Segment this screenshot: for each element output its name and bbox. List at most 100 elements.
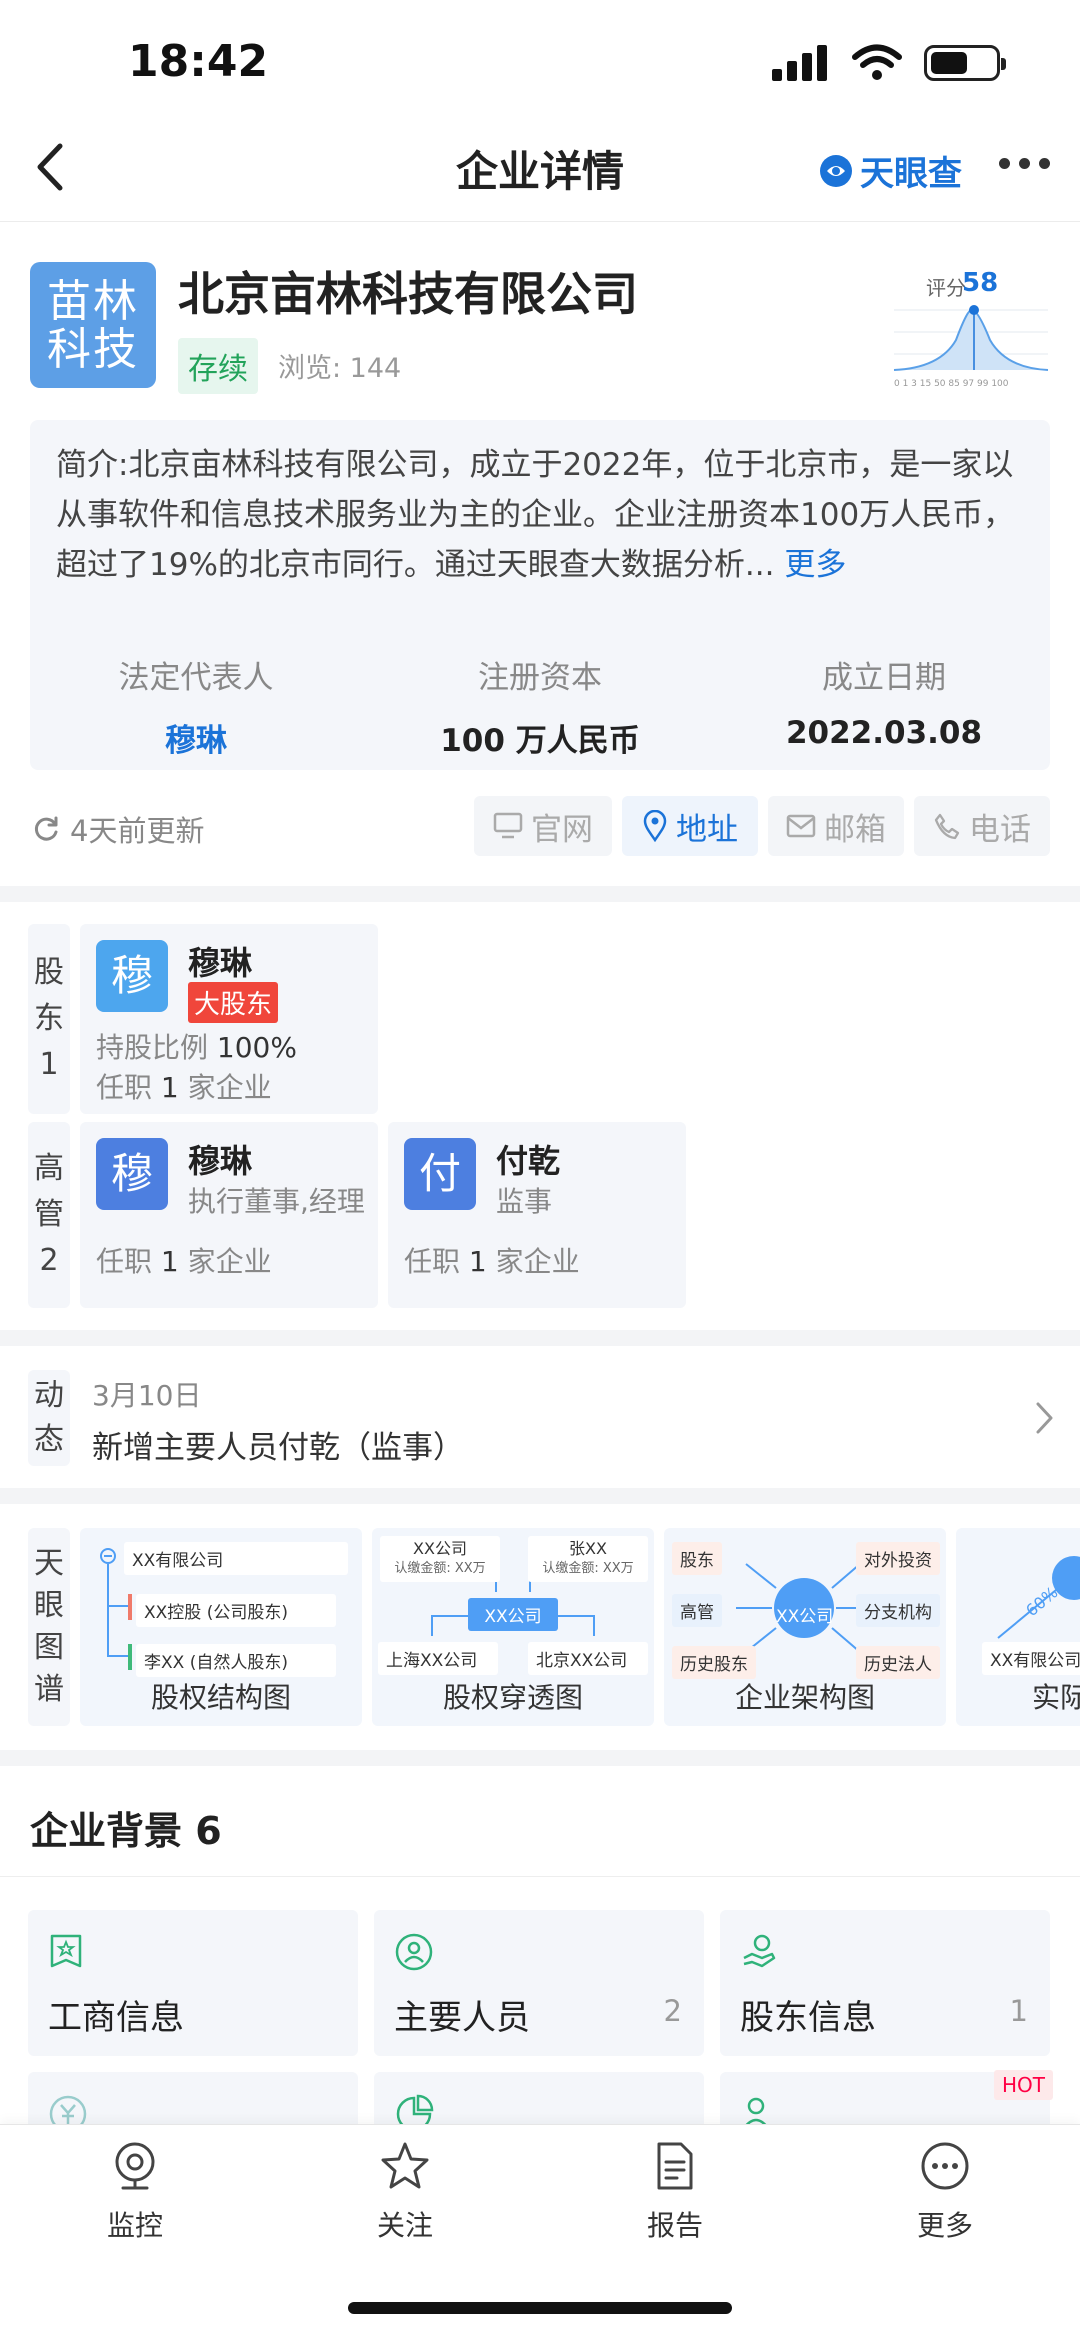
graph-title: 股权结构图 (150, 1681, 291, 1714)
executive-role: 执行董事,经理 (188, 1185, 365, 1218)
label-char: 动 (34, 1378, 64, 1413)
graph-node: XX控股 (公司股东) (136, 1594, 336, 1627)
divider-line (0, 1876, 1080, 1877)
graph-node: 高管 (672, 1594, 722, 1627)
job-suffix: 家企业 (187, 1245, 272, 1278)
score-label: 评分 (926, 276, 966, 300)
battery-icon (924, 45, 1006, 81)
chip-website[interactable]: 官网 (474, 796, 612, 856)
executive-card[interactable]: 穆 穆琳 执行董事,经理 任职 1 家企业 (80, 1122, 378, 1308)
tab-report[interactable]: 报告 (540, 2140, 810, 2244)
graph-title: 实际 (1032, 1681, 1080, 1714)
job-number: 1 (160, 1071, 179, 1104)
label-char: 东 (34, 1001, 64, 1036)
shareholder-name[interactable]: 穆琳 (188, 938, 252, 984)
label-char: 天 (34, 1546, 64, 1581)
label-char: 谱 (34, 1672, 64, 1707)
graph-node: 李XX (自然人股东) (136, 1644, 336, 1677)
webcam-icon (115, 2142, 155, 2190)
job-count: 任职 1 家企业 (96, 1240, 272, 1280)
share-ratio: 持股比例 100% (96, 1026, 297, 1066)
bg-item-label: 主要人员 (394, 1998, 530, 2038)
monitor-icon (493, 812, 523, 839)
executive-name[interactable]: 付乾 (496, 1136, 560, 1182)
executive-card[interactable]: 付 付乾 监事 任职 1 家企业 (388, 1122, 686, 1308)
tab-label: 监控 (106, 2209, 163, 2242)
bg-item-shareholder-info[interactable]: 股东信息 1 (720, 1910, 1050, 2056)
graph-node: XX公司 认缴金额: XX万 (380, 1536, 500, 1582)
brand-logo[interactable]: 天眼查 (818, 146, 962, 195)
graph-node: 张XX 认缴金额: XX万 (528, 1536, 648, 1582)
tab-follow[interactable]: 关注 (270, 2140, 540, 2244)
node-name: 张XX (569, 1539, 607, 1558)
tab-label: 关注 (376, 2209, 433, 2242)
ratio-label: 持股比例 (96, 1031, 209, 1064)
graph-node: 上海XX公司 (378, 1642, 498, 1675)
person-icon (395, 1933, 433, 1971)
executive-name[interactable]: 穆琳 (188, 1136, 252, 1182)
more-menu-icon[interactable] (999, 158, 1050, 169)
executives-label[interactable]: 高 管 2 (28, 1122, 70, 1308)
graph-node: XX公司 (776, 1607, 834, 1627)
chip-website-label: 官网 (531, 811, 593, 848)
status-badge: 存续 (178, 338, 258, 394)
registered-capital: 注册资本 100 万人民币 (370, 652, 710, 760)
chip-phone-label: 电话 (969, 811, 1031, 848)
ratio-value: 100% (216, 1031, 297, 1064)
job-number: 1 (468, 1245, 487, 1278)
graph-org-structure[interactable]: 股东 对外投资 高管 XX公司 分支机构 历史股东 历史法人 企业架构图 (664, 1528, 946, 1726)
executive-role: 监事 (496, 1185, 553, 1218)
status-time: 18:42 (128, 36, 269, 87)
activity-text[interactable]: 新增主要人员付乾（监事） (92, 1422, 464, 1467)
hand-coin-icon (743, 1934, 776, 1968)
graphs-label: 天 眼 图 谱 (28, 1528, 70, 1726)
label-char: 2 (39, 1243, 59, 1278)
bg-item-count: 2 (663, 1994, 682, 2028)
job-prefix: 任职 (96, 1071, 153, 1104)
job-suffix: 家企业 (187, 1071, 272, 1104)
job-prefix: 任职 (404, 1245, 461, 1278)
graph-node: XX有限公司 (982, 1642, 1080, 1675)
chevron-right-icon[interactable] (1034, 1400, 1056, 1436)
label-char: 眼 (34, 1588, 64, 1623)
activity-label: 动 态 (28, 1370, 70, 1466)
job-prefix: 任职 (96, 1245, 153, 1278)
bg-item-business-info[interactable]: 工商信息 (28, 1910, 358, 2056)
graph-actual-controller[interactable]: 60% XX有限公司 实际 (956, 1528, 1080, 1726)
legal-rep-value[interactable]: 穆琳 (26, 715, 366, 760)
status-icons (772, 44, 1006, 82)
tab-monitor[interactable]: 监控 (0, 2140, 270, 2244)
label-char: 高 (34, 1151, 64, 1186)
label-char: 态 (34, 1422, 64, 1457)
update-text: 4天前更新 (70, 814, 205, 848)
bg-item-label: 工商信息 (48, 1998, 184, 2038)
shareholder-card[interactable]: 穆 穆琳 大股东 持股比例 100% 任职 1 家企业 (80, 924, 378, 1114)
legal-rep[interactable]: 法定代表人 穆琳 (26, 652, 366, 760)
mail-icon (786, 814, 816, 838)
update-status[interactable]: 4天前更新 (32, 808, 204, 850)
job-count: 任职 1 家企业 (404, 1240, 580, 1280)
company-logo: 苗林科技 (30, 262, 156, 388)
capital-label: 注册资本 (478, 660, 602, 696)
tab-more[interactable]: 更多 (810, 2140, 1080, 2244)
graph-node: 股东 (672, 1542, 722, 1575)
graph-equity-structure[interactable]: XX有限公司 XX控股 (公司股东) 李XX (自然人股东) 股权结构图 (80, 1528, 362, 1726)
shareholders-label[interactable]: 股 东 1 (28, 924, 70, 1114)
chip-address-label: 地址 (676, 811, 738, 848)
brand-name: 天眼查 (860, 154, 962, 194)
home-indicator[interactable] (348, 2302, 732, 2314)
section-divider (0, 1488, 1080, 1504)
chip-phone[interactable]: 电话 (914, 796, 1050, 856)
chip-address[interactable]: 地址 (622, 796, 758, 856)
hot-badge: HOT (994, 2070, 1053, 2100)
graph-node: XX有限公司 (124, 1542, 348, 1575)
graph-node: 分支机构 (856, 1594, 940, 1627)
bg-item-key-personnel[interactable]: 主要人员 2 (374, 1910, 704, 2056)
more-circle-icon (921, 2142, 969, 2190)
intro-more-link[interactable]: 更多 (784, 547, 846, 583)
chip-email[interactable]: 邮箱 (768, 796, 904, 856)
graph-node: 历史法人 (856, 1646, 940, 1679)
founded-value: 2022.03.08 (785, 715, 983, 751)
graph-equity-penetration[interactable]: XX公司 认缴金额: XX万 张XX 认缴金额: XX万 XX公司 上海XX公司 北… (372, 1528, 654, 1726)
signal-icon (772, 45, 827, 81)
